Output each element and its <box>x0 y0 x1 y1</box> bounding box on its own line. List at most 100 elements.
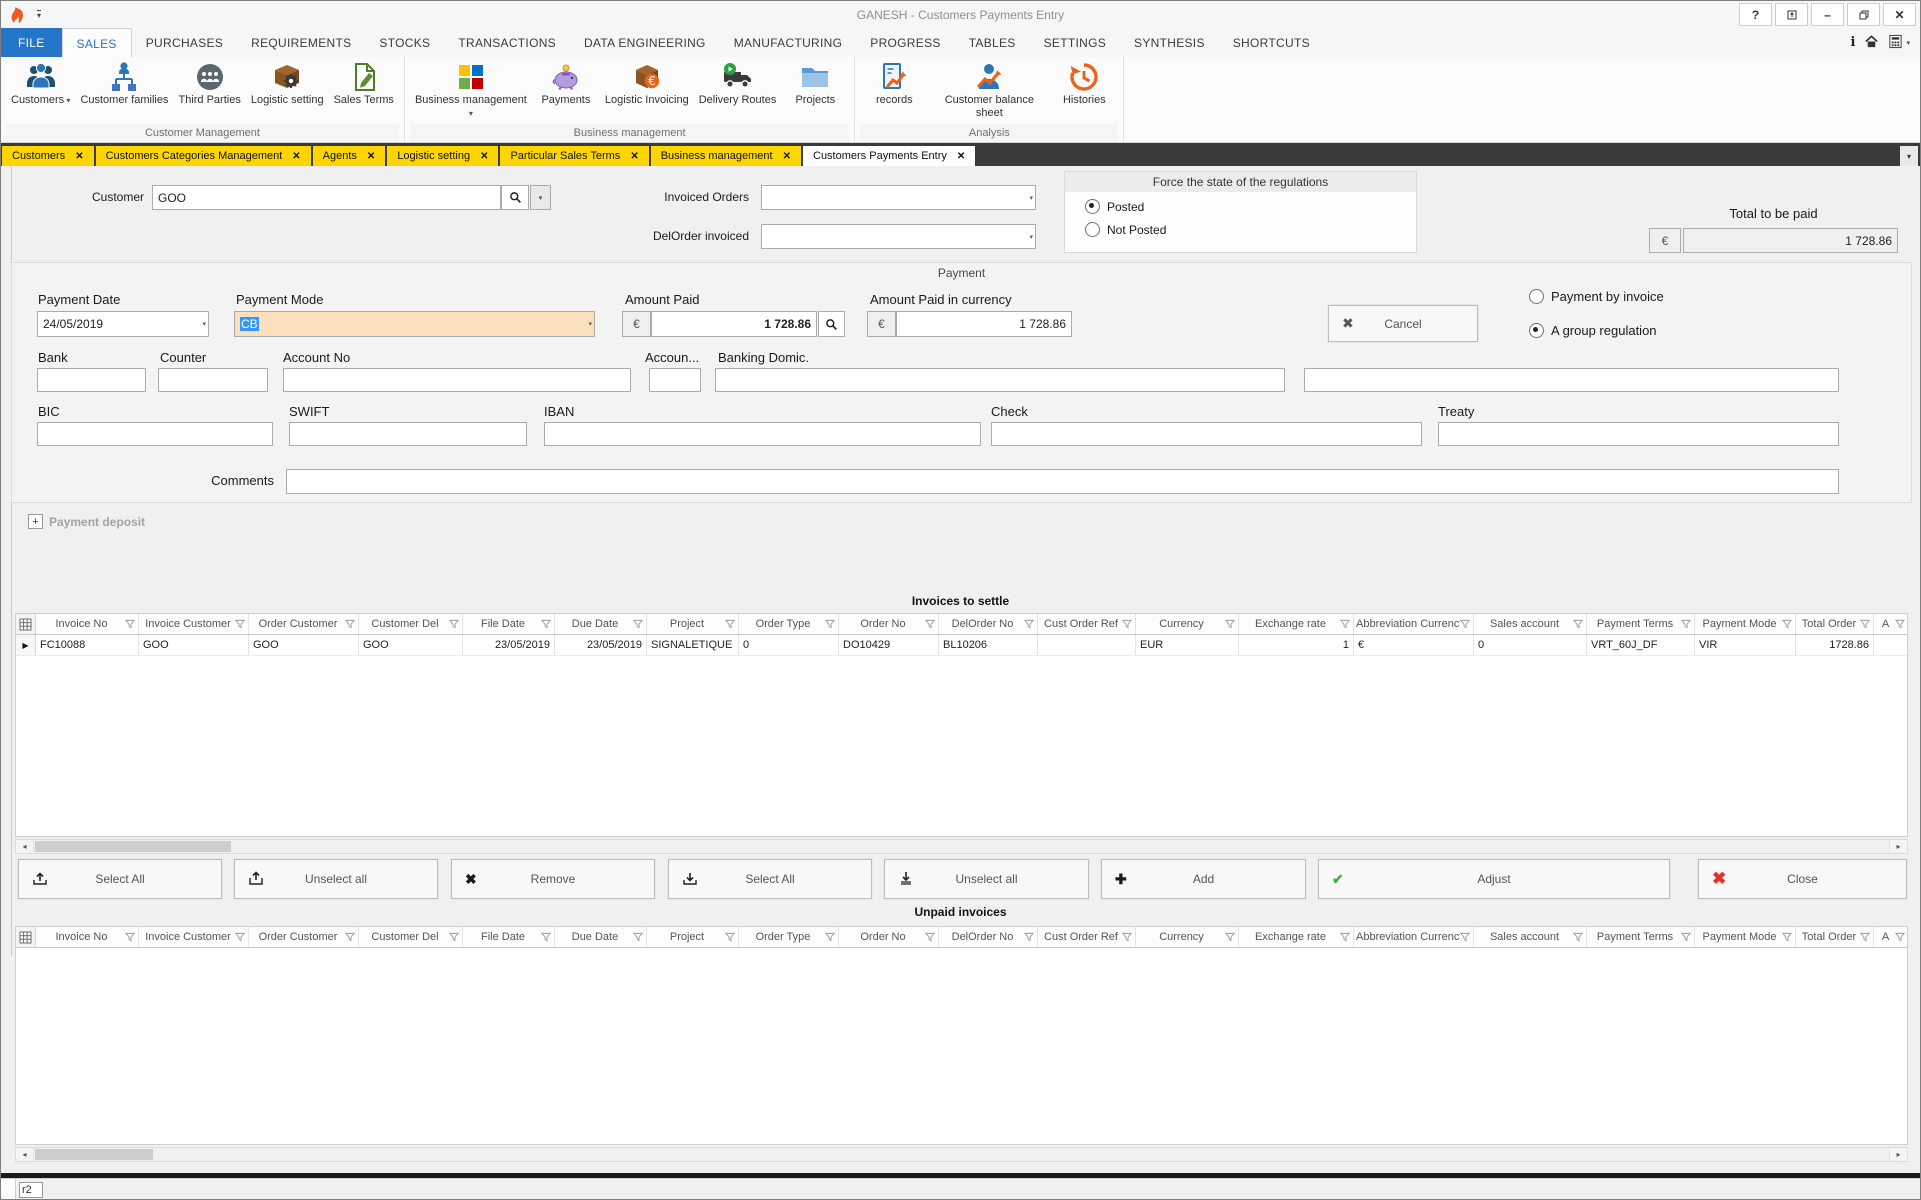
column-header-payment-mode[interactable]: Payment Mode <box>1695 927 1796 947</box>
column-header-exchange-rate[interactable]: Exchange rate <box>1239 927 1354 947</box>
ribbon-button-delivery-routes[interactable]: Delivery Routes <box>694 57 782 107</box>
document-tab-agents[interactable]: Agents✕ <box>313 146 386 166</box>
filter-icon[interactable] <box>1895 619 1906 629</box>
column-header-order-customer[interactable]: Order Customer <box>249 614 359 634</box>
column-header-a[interactable]: A <box>1874 614 1908 634</box>
payment-radio-payment-by-invoice[interactable]: Payment by invoice <box>1529 289 1664 304</box>
column-header-payment-terms[interactable]: Payment Terms <box>1587 614 1695 634</box>
close-icon[interactable]: ✕ <box>630 151 638 162</box>
invoiced-orders-combo[interactable]: ▾ <box>761 185 1036 210</box>
ribbon-tab-stocks[interactable]: STOCKS <box>365 28 444 57</box>
adjust-button[interactable]: ✔Adjust <box>1318 859 1670 899</box>
check-input[interactable] <box>991 422 1422 446</box>
filter-icon[interactable] <box>541 932 552 942</box>
column-header-customer-del[interactable]: Customer Del <box>359 927 463 947</box>
filter-icon[interactable] <box>1681 619 1692 629</box>
customer-dropdown-button[interactable]: ▾ <box>530 185 551 210</box>
column-header-invoice-customer[interactable]: Invoice Customer <box>139 927 249 947</box>
account-no-input[interactable] <box>283 368 631 392</box>
filter-icon[interactable] <box>125 619 136 629</box>
ribbon-button-sales-terms[interactable]: Sales Terms <box>329 57 399 107</box>
ribbon-tab-requirements[interactable]: REQUIREMENTS <box>237 28 365 57</box>
close-icon[interactable]: ✕ <box>480 151 488 162</box>
filter-icon[interactable] <box>633 619 644 629</box>
document-tab-logistic-setting[interactable]: Logistic setting✕ <box>387 146 498 166</box>
column-header-order-type[interactable]: Order Type <box>739 927 839 947</box>
ribbon-button-customer-families[interactable]: Customer families <box>75 57 173 107</box>
filter-icon[interactable] <box>725 932 736 942</box>
info-icon[interactable]: i <box>1851 35 1856 50</box>
ribbon-button-histories[interactable]: Histories <box>1050 57 1118 107</box>
column-header-currency[interactable]: Currency <box>1136 614 1239 634</box>
amount-paid-input[interactable]: 1 728.86 <box>651 311 817 337</box>
column-header-sales-account[interactable]: Sales account <box>1474 614 1587 634</box>
column-header-a[interactable]: A <box>1874 927 1908 947</box>
column-header-sales-account[interactable]: Sales account <box>1474 927 1587 947</box>
column-header-invoice-no[interactable]: Invoice No <box>36 927 139 947</box>
column-header-cust-order-ref[interactable]: Cust Order Ref <box>1038 927 1136 947</box>
filter-icon[interactable] <box>633 932 644 942</box>
filter-icon[interactable] <box>1860 619 1871 629</box>
doc-tabs-overflow-button[interactable]: ▾ <box>1900 146 1918 166</box>
column-header-exchange-rate[interactable]: Exchange rate <box>1239 614 1354 634</box>
swift-input[interactable] <box>289 422 527 446</box>
ribbon-tab-progress[interactable]: PROGRESS <box>856 28 954 57</box>
scrollbar-thumb[interactable] <box>35 1149 153 1160</box>
column-header-payment-mode[interactable]: Payment Mode <box>1695 614 1796 634</box>
bank-input[interactable] <box>37 368 146 392</box>
counter-input[interactable] <box>158 368 268 392</box>
column-header-project[interactable]: Project <box>647 614 739 634</box>
column-header-project[interactable]: Project <box>647 927 739 947</box>
filter-icon[interactable] <box>1225 619 1236 629</box>
filter-icon[interactable] <box>725 619 736 629</box>
column-header-currency[interactable]: Currency <box>1136 927 1239 947</box>
filter-icon[interactable] <box>1122 932 1133 942</box>
filter-icon[interactable] <box>1460 619 1471 629</box>
chevron-down-icon[interactable]: ▾ <box>1029 233 1033 241</box>
fullscreen-icon[interactable] <box>1775 3 1808 26</box>
grid-corner-icon[interactable] <box>16 927 36 947</box>
filter-icon[interactable] <box>541 619 552 629</box>
close-icon[interactable]: ✕ <box>292 151 300 162</box>
column-header-file-date[interactable]: File Date <box>463 614 555 634</box>
home-icon[interactable] <box>1864 34 1879 52</box>
filter-icon[interactable] <box>235 619 246 629</box>
document-tab-business-management[interactable]: Business management✕ <box>651 146 801 166</box>
document-tab-customers-payments-entry[interactable]: Customers Payments Entry✕ <box>803 146 975 166</box>
filter-icon[interactable] <box>1460 932 1471 942</box>
scroll-right-icon[interactable]: ▸ <box>1889 1148 1907 1161</box>
filter-icon[interactable] <box>1122 619 1133 629</box>
calculator-icon[interactable] <box>1888 34 1903 52</box>
column-header-abbreviation-currency[interactable]: Abbreviation Currency <box>1354 927 1474 947</box>
payment-date-combo[interactable]: 24/05/2019▾ <box>37 311 209 337</box>
ribbon-tab-file[interactable]: FILE <box>1 28 62 57</box>
total-to-be-paid-value[interactable]: 1 728.86 <box>1683 228 1898 253</box>
ribbon-tab-tables[interactable]: TABLES <box>955 28 1030 57</box>
filter-icon[interactable] <box>925 932 936 942</box>
document-tab-customers-categories-management[interactable]: Customers Categories Management✕ <box>96 146 311 166</box>
ribbon-button-payments[interactable]: Payments <box>532 57 600 107</box>
filter-icon[interactable] <box>449 619 460 629</box>
column-header-file-date[interactable]: File Date <box>463 927 555 947</box>
payment-deposit-expander-icon[interactable]: + <box>28 514 43 529</box>
ribbon-tab-transactions[interactable]: TRANSACTIONS <box>444 28 570 57</box>
column-header-delorder-no[interactable]: DelOrder No <box>939 927 1038 947</box>
column-header-order-no[interactable]: Order No <box>839 927 939 947</box>
ribbon-button-logistic-setting[interactable]: Logistic setting <box>246 57 329 107</box>
column-header-delorder-no[interactable]: DelOrder No <box>939 614 1038 634</box>
scroll-left-icon[interactable]: ◂ <box>16 1148 34 1161</box>
filter-icon[interactable] <box>1895 932 1906 942</box>
delorder-invoiced-combo[interactable]: ▾ <box>761 224 1036 249</box>
payment-mode-combo[interactable]: CB▾ <box>234 311 595 337</box>
force-radio-posted[interactable]: Posted <box>1085 199 1416 214</box>
close-icon[interactable]: ✕ <box>1883 3 1916 26</box>
amount-paid-in-currency-input[interactable]: 1 728.86 <box>896 311 1072 337</box>
ribbon-button-customer-balance-sheet[interactable]: Customer balance sheet <box>928 57 1050 119</box>
ribbon-button-customers[interactable]: Customers ▾ <box>6 57 75 107</box>
ribbon-tab-manufacturing[interactable]: MANUFACTURING <box>720 28 857 57</box>
column-header-order-no[interactable]: Order No <box>839 614 939 634</box>
unselect-all-button[interactable]: Unselect all <box>884 859 1089 899</box>
filter-icon[interactable] <box>1340 619 1351 629</box>
customer-input[interactable]: GOO <box>152 185 501 210</box>
filter-icon[interactable] <box>1782 619 1793 629</box>
